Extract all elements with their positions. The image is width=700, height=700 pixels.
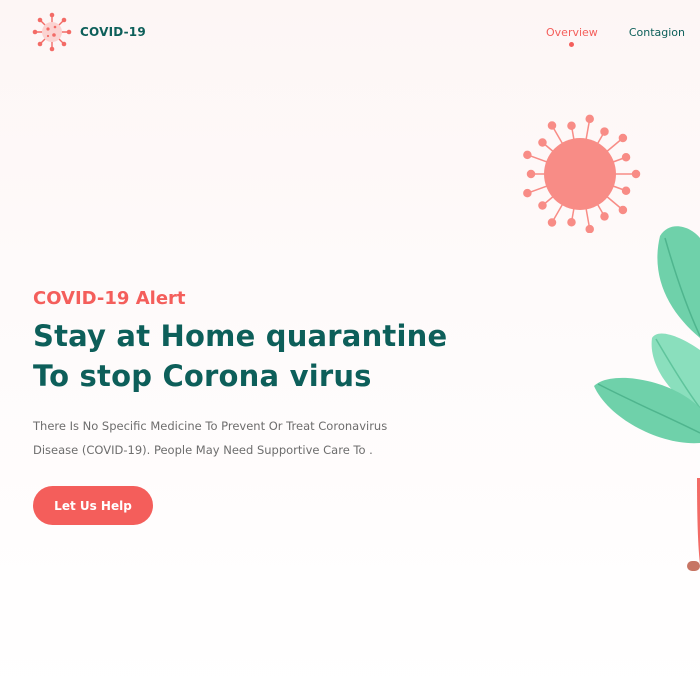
nav-item-contagion[interactable]: Contagion xyxy=(629,26,685,39)
hero-title-line-1: Stay at Home quarantine xyxy=(33,319,448,353)
virus-illustration xyxy=(523,114,641,233)
hero-description-line-1: There Is No Specific Medicine To Prevent… xyxy=(33,419,388,433)
brand-name: COVID-19 xyxy=(80,25,146,39)
brand-logo[interactable]: COVID-19 xyxy=(32,12,146,52)
alert-heading: COVID-19 Alert xyxy=(33,288,186,309)
hero-title: Stay at Home quarantine To stop Corona v… xyxy=(33,316,447,396)
plant-pot-base xyxy=(687,561,700,571)
nav-item-overview[interactable]: Overview xyxy=(546,26,598,47)
virus-logo-icon xyxy=(32,12,72,52)
plant-illustration xyxy=(594,226,700,571)
hero-description: There Is No Specific Medicine To Prevent… xyxy=(33,414,423,462)
let-us-help-button[interactable]: Let Us Help xyxy=(33,486,153,525)
hero-description-line-2: Disease (COVID-19). People May Need Supp… xyxy=(33,443,373,457)
hero-title-line-2: To stop Corona virus xyxy=(33,359,372,393)
main-nav: Overview Contagion xyxy=(546,26,685,47)
